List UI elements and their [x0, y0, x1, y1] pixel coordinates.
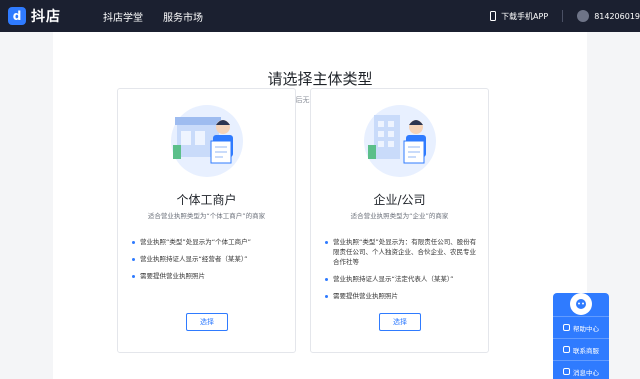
bullet-text: 需要提供营业执照照片: [333, 292, 398, 300]
requirement-list: 营业执照“类型”处显示为“个体工商户” 营业执照持证人显示“经营者（某某）” 需…: [132, 237, 285, 288]
requirement-list: 营业执照“类型”处显示为：有限责任公司、股份有限责任公司、个人独资企业、合伙企业…: [325, 237, 478, 308]
service-avatar-icon[interactable]: [570, 293, 592, 315]
logo-icon: d: [8, 7, 26, 25]
bullet-dot-icon: [132, 258, 135, 261]
bullet-dot-icon: [132, 275, 135, 278]
list-item: 营业执照“类型”处显示为：有限责任公司、股份有限责任公司、个人独资企业、合伙企业…: [325, 237, 478, 267]
divider: [562, 10, 564, 22]
message-center-button[interactable]: 消息中心: [553, 360, 609, 379]
list-item: 营业执照持证人显示“经营者（某某）”: [132, 254, 285, 264]
contact-service-button[interactable]: 联系商服: [553, 338, 609, 360]
nav-item-service-market[interactable]: 服务市场: [163, 9, 203, 24]
office-building-illustration-icon: [363, 105, 436, 177]
card-individual[interactable]: 个体工商户 适合营业执照类型为“个体工商户”的商家 营业执照“类型”处显示为“个…: [117, 88, 296, 353]
card-subtitle: 适合营业执照类型为“企业”的商家: [350, 212, 449, 220]
help-center-button[interactable]: 帮助中心: [553, 316, 609, 338]
logo[interactable]: d 抖店: [8, 6, 61, 26]
list-item: 需要提供营业执照照片: [325, 291, 478, 301]
avatar[interactable]: [577, 10, 590, 22]
bullet-text: 需要提供营业执照照片: [140, 272, 205, 280]
list-item: 营业执照“类型”处显示为“个体工商户”: [132, 237, 285, 247]
select-individual-button[interactable]: 选择: [186, 313, 228, 331]
main-nav: 抖店学堂 服务市场: [103, 9, 223, 24]
nav-item-school[interactable]: 抖店学堂: [103, 9, 143, 24]
logo-text: 抖店: [31, 9, 61, 25]
download-app-link[interactable]: 下载手机APP: [501, 11, 548, 22]
list-item: 需要提供营业执照照片: [132, 271, 285, 281]
chat-icon: [563, 346, 570, 353]
bullet-dot-icon: [325, 278, 328, 281]
select-company-button[interactable]: 选择: [379, 313, 421, 331]
user-id[interactable]: 814206019: [594, 12, 640, 21]
help-center-label: 帮助中心: [573, 324, 599, 333]
bullet-text: 营业执照持证人显示“法定代表人（某某）”: [333, 275, 454, 283]
bell-icon: [563, 368, 570, 375]
message-center-label: 消息中心: [573, 368, 599, 377]
list-item: 营业执照持证人显示“法定代表人（某某）”: [325, 274, 478, 284]
store-illustration-icon: [170, 105, 243, 177]
card-title: 企业/公司: [373, 193, 426, 207]
help-icon: [563, 324, 570, 331]
card-subtitle: 适合营业执照类型为“个体工商户”的商家: [147, 212, 266, 220]
bullet-text: 营业执照持证人显示“经营者（某某）”: [140, 255, 248, 263]
headset-icon: [576, 299, 586, 309]
card-title: 个体工商户: [176, 193, 237, 207]
bullet-dot-icon: [132, 241, 135, 244]
contact-service-label: 联系商服: [573, 346, 599, 355]
bullet-dot-icon: [325, 295, 328, 298]
bullet-text: 营业执照“类型”处显示为“个体工商户”: [140, 238, 251, 246]
page-title: 请选择主体类型: [267, 70, 373, 88]
bullet-dot-icon: [325, 241, 328, 244]
floating-service-panel: 帮助中心 联系商服 消息中心: [553, 293, 609, 379]
top-right-area: 下载手机APP 814206019: [490, 10, 640, 22]
top-navbar: d 抖店 抖店学堂 服务市场 下载手机APP 814206019: [0, 0, 640, 32]
phone-icon: [490, 11, 497, 21]
card-company[interactable]: 企业/公司 适合营业执照类型为“企业”的商家 营业执照“类型”处显示为：有限责任…: [310, 88, 489, 353]
bullet-text: 营业执照“类型”处显示为：有限责任公司、股份有限责任公司、个人独资企业、合伙企业…: [333, 238, 477, 266]
